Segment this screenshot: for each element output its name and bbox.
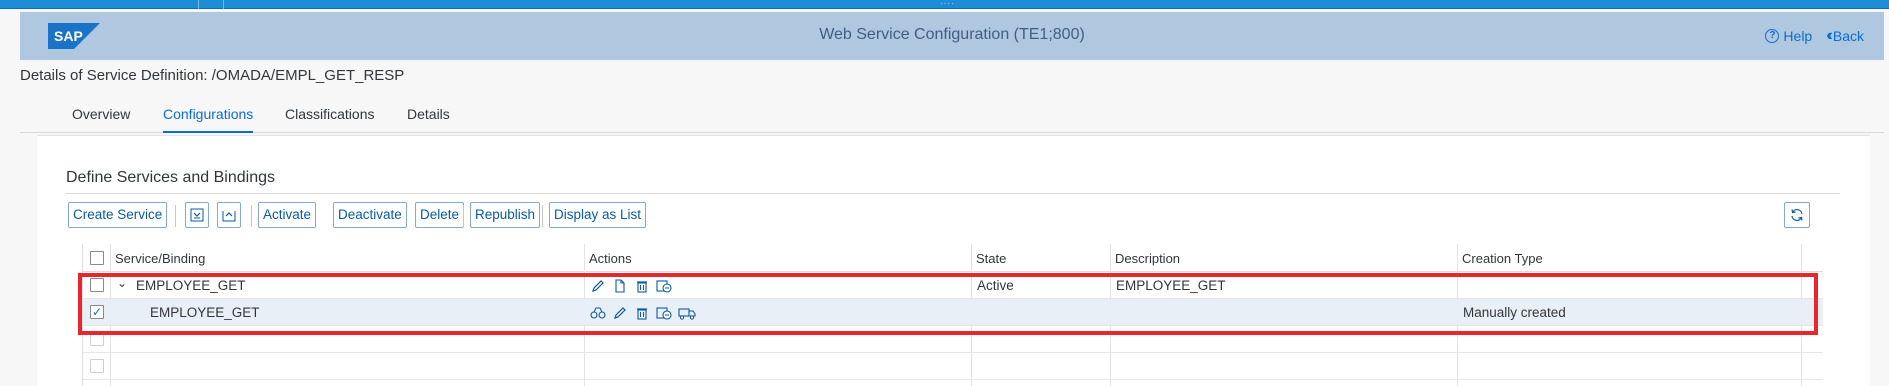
toolbar-separator (175, 205, 176, 227)
toolbar-separator (463, 205, 464, 227)
column-header-state[interactable]: State (976, 251, 1006, 266)
back-chevron-icon: ‹‹ (1826, 27, 1832, 44)
window-title: Web Service Configuration (TE1;800) (819, 26, 1085, 43)
collapse-all-icon (222, 211, 236, 222)
refresh-icon (1791, 209, 1803, 221)
select-all-checkbox[interactable] (90, 251, 104, 265)
activate-button[interactable]: Activate (258, 202, 317, 228)
highlight-annotation-box (78, 273, 1818, 335)
toolbar-separator (251, 205, 252, 227)
back-button[interactable]: ‹‹ Back (1826, 27, 1864, 45)
help-icon: ? (1765, 29, 1780, 43)
table-header: Service/Binding Actions State Descriptio… (83, 244, 1823, 272)
help-button[interactable]: ? Help (1765, 28, 1812, 44)
tab-configurations[interactable]: Configurations (163, 106, 254, 133)
column-header-creation-type[interactable]: Creation Type (1462, 251, 1543, 266)
expand-all-button[interactable] (185, 202, 209, 228)
back-label: Back (1832, 28, 1864, 44)
section-heading: Define Services and Bindings (66, 169, 276, 186)
frame-tab-handle[interactable] (198, 0, 224, 9)
column-header-actions[interactable]: Actions (589, 251, 632, 266)
toolbar-separator (542, 205, 543, 227)
republish-button[interactable]: Republish (470, 202, 541, 228)
display-as-list-button[interactable]: Display as List (549, 202, 647, 228)
tab-bar: Overview Configurations Classifications … (20, 98, 1884, 133)
help-label: Help (1783, 28, 1813, 44)
create-service-button[interactable]: Create Service (68, 202, 168, 228)
top-frame-bar: ···· (0, 0, 1889, 9)
deactivate-button[interactable]: Deactivate (333, 202, 407, 228)
resize-grip[interactable]: ···· (940, 0, 958, 8)
refresh-button[interactable] (1784, 202, 1810, 228)
tab-classifications[interactable]: Classifications (285, 106, 374, 131)
expand-all-icon (190, 208, 204, 222)
delete-button[interactable]: Delete (415, 202, 465, 228)
shell-header: SAP Web Service Configuration (TE1;800) … (20, 12, 1884, 60)
services-toolbar: Create Service Activate Deactivate Delet… (65, 193, 1840, 236)
column-header-service-binding[interactable]: Service/Binding (115, 251, 205, 266)
column-header-description[interactable]: Description (1115, 251, 1180, 266)
row-checkbox[interactable] (90, 359, 104, 373)
collapse-all-button[interactable] (217, 202, 241, 228)
tab-details[interactable]: Details (407, 106, 450, 131)
table-row-empty (83, 353, 1823, 380)
tab-overview[interactable]: Overview (72, 106, 130, 131)
page-title: Details of Service Definition: /OMADA/EM… (20, 67, 405, 84)
configurations-panel: Define Services and Bindings Create Serv… (37, 135, 1870, 386)
